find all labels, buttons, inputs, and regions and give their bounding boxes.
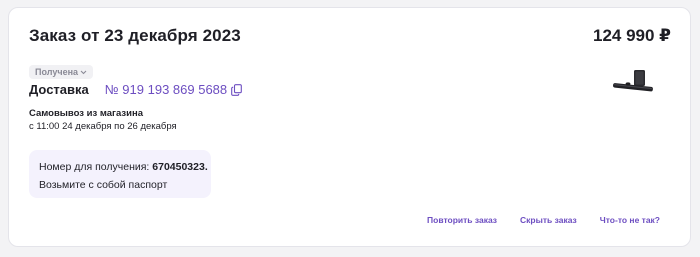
order-card: Заказ от 23 декабря 2023 124 990 ₽ Получ…: [8, 7, 691, 247]
delivery-row: Доставка № 919 193 869 5688: [29, 82, 242, 97]
status-label: Получена: [35, 67, 79, 77]
hide-order-link[interactable]: Скрыть заказ: [520, 215, 577, 225]
passport-note: Возьмите с собой паспорт: [39, 179, 168, 191]
pickup-time: с 11:00 24 декабря по 26 декабря: [29, 121, 177, 132]
tracking-number: № 919 193 869 5688: [104, 82, 228, 97]
pickup-code-label: Номер для получения:: [39, 161, 153, 173]
order-total: 124 990 ₽: [592, 26, 671, 45]
product-image[interactable]: [612, 66, 654, 100]
delivery-label: Доставка: [29, 82, 89, 97]
order-actions: Повторить заказ Скрыть заказ Что-то не т…: [427, 215, 660, 225]
tracking-number-link[interactable]: № 919 193 869 5688: [105, 82, 242, 97]
repeat-order-link[interactable]: Повторить заказ: [427, 215, 497, 225]
copy-icon[interactable]: [231, 83, 242, 96]
pickup-code-value: 670450323.: [152, 161, 208, 173]
report-problem-link[interactable]: Что-то не так?: [600, 215, 660, 225]
status-badge[interactable]: Получена: [29, 65, 94, 79]
pickup-code-box: Номер для получения: 670450323. Возьмите…: [29, 150, 211, 198]
chevron-down-icon: [80, 70, 87, 74]
order-title: Заказ от 23 декабря 2023: [29, 26, 241, 45]
pickup-title: Самовывоз из магазина: [29, 108, 143, 119]
pickup-code-line: Номер для получения: 670450323.: [39, 161, 208, 173]
